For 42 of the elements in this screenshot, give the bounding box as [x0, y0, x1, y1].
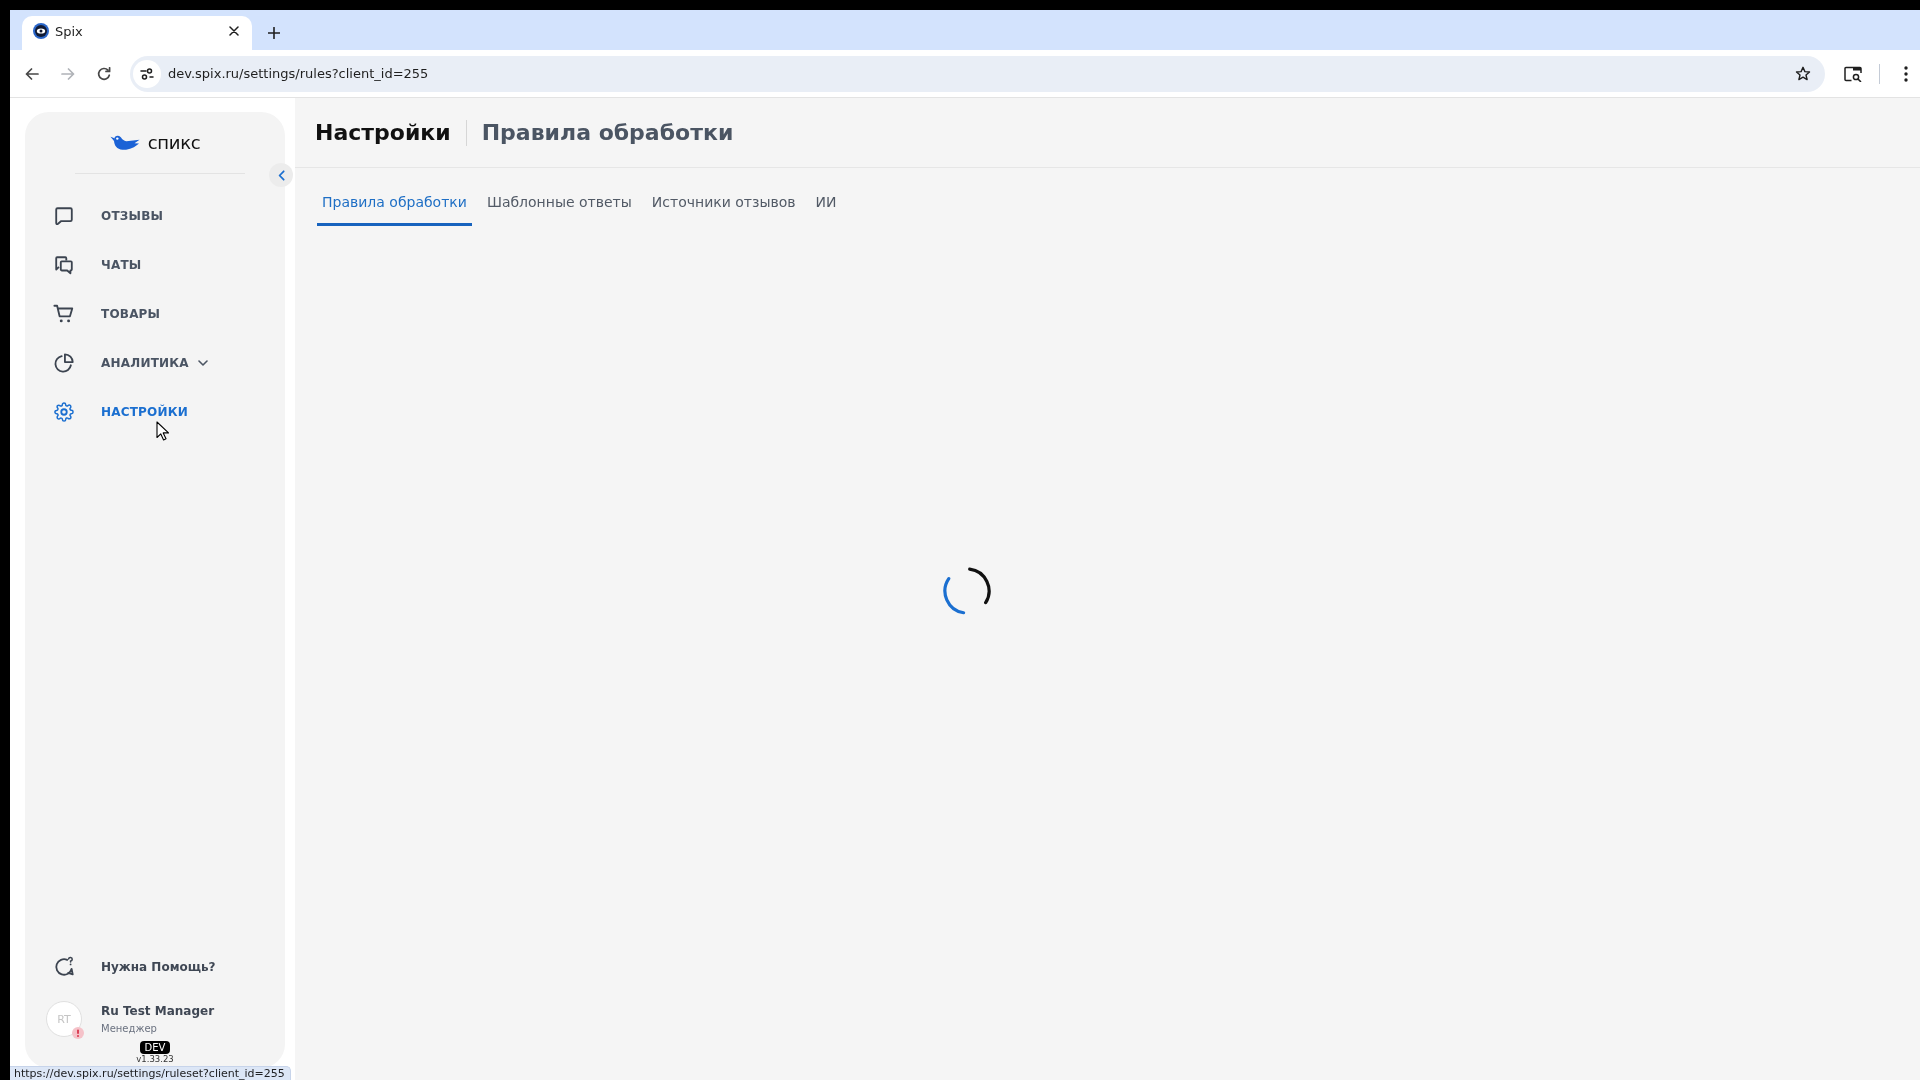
- close-icon: [229, 26, 239, 36]
- favicon-icon: [33, 23, 49, 39]
- user-name: Ru Test Manager: [101, 1004, 215, 1018]
- reload-icon: [97, 66, 111, 81]
- tab[interactable]: Правила обработки: [317, 180, 472, 226]
- forward-arrow-icon: [61, 67, 75, 80]
- shopping-cart-icon: [53, 302, 75, 325]
- nav-link[interactable]: ЧАТЫ: [25, 240, 148, 289]
- bird-logo-icon: [109, 133, 140, 153]
- tab[interactable]: Шаблонные ответы: [481, 180, 637, 226]
- page-title: Настройки: [315, 120, 451, 145]
- status-url: https://dev.spix.ru/settings/ruleset?client_id=255: [10, 1066, 291, 1080]
- pie-chart-icon: [53, 351, 75, 374]
- tab[interactable]: ИИ: [810, 180, 842, 226]
- nav-link[interactable]: ТОВАРЫ: [25, 289, 167, 338]
- logo-text: спикс: [147, 132, 201, 154]
- help-link[interactable]: Нужна Помощь?: [25, 947, 222, 987]
- help-bubble-icon: [53, 956, 75, 978]
- site-settings-icon: [140, 67, 154, 80]
- nav-link[interactable]: АНАЛИТИКА: [25, 338, 214, 387]
- nav-link[interactable]: НАСТРОЙКИ: [25, 387, 194, 436]
- gear-icon: [53, 400, 75, 423]
- speech-bubble-icon: [53, 204, 75, 227]
- version-text: v1.33.23: [136, 1054, 174, 1064]
- two-speech-bubbles-icon: [53, 253, 75, 276]
- site-info-button[interactable]: [133, 59, 161, 88]
- menu-icon: [1904, 65, 1908, 82]
- url-text[interactable]: dev.spix.ru/settings/rules?client_id=255: [168, 66, 1789, 81]
- collapse-sidebar-button[interactable]: [269, 163, 293, 187]
- mouse-pointer-icon: [156, 421, 169, 441]
- back-arrow-icon: [25, 67, 39, 80]
- page-subtitle: Правила обработки: [481, 120, 734, 145]
- plus-icon: [268, 27, 280, 39]
- chevron-left-icon: [277, 169, 285, 181]
- address-bar[interactable]: dev.spix.ru/settings/rules?client_id=255: [130, 55, 1825, 92]
- tab[interactable]: Источники отзывов: [646, 180, 801, 226]
- environment-badge: DEV: [139, 1041, 171, 1054]
- browser-tab[interactable]: Spix: [22, 16, 252, 50]
- star-icon: [1795, 65, 1811, 82]
- tab-search-icon: [1844, 65, 1862, 82]
- nav-link[interactable]: ОТЗЫВЫ: [25, 191, 170, 240]
- user-role: Менеджер: [101, 1023, 158, 1034]
